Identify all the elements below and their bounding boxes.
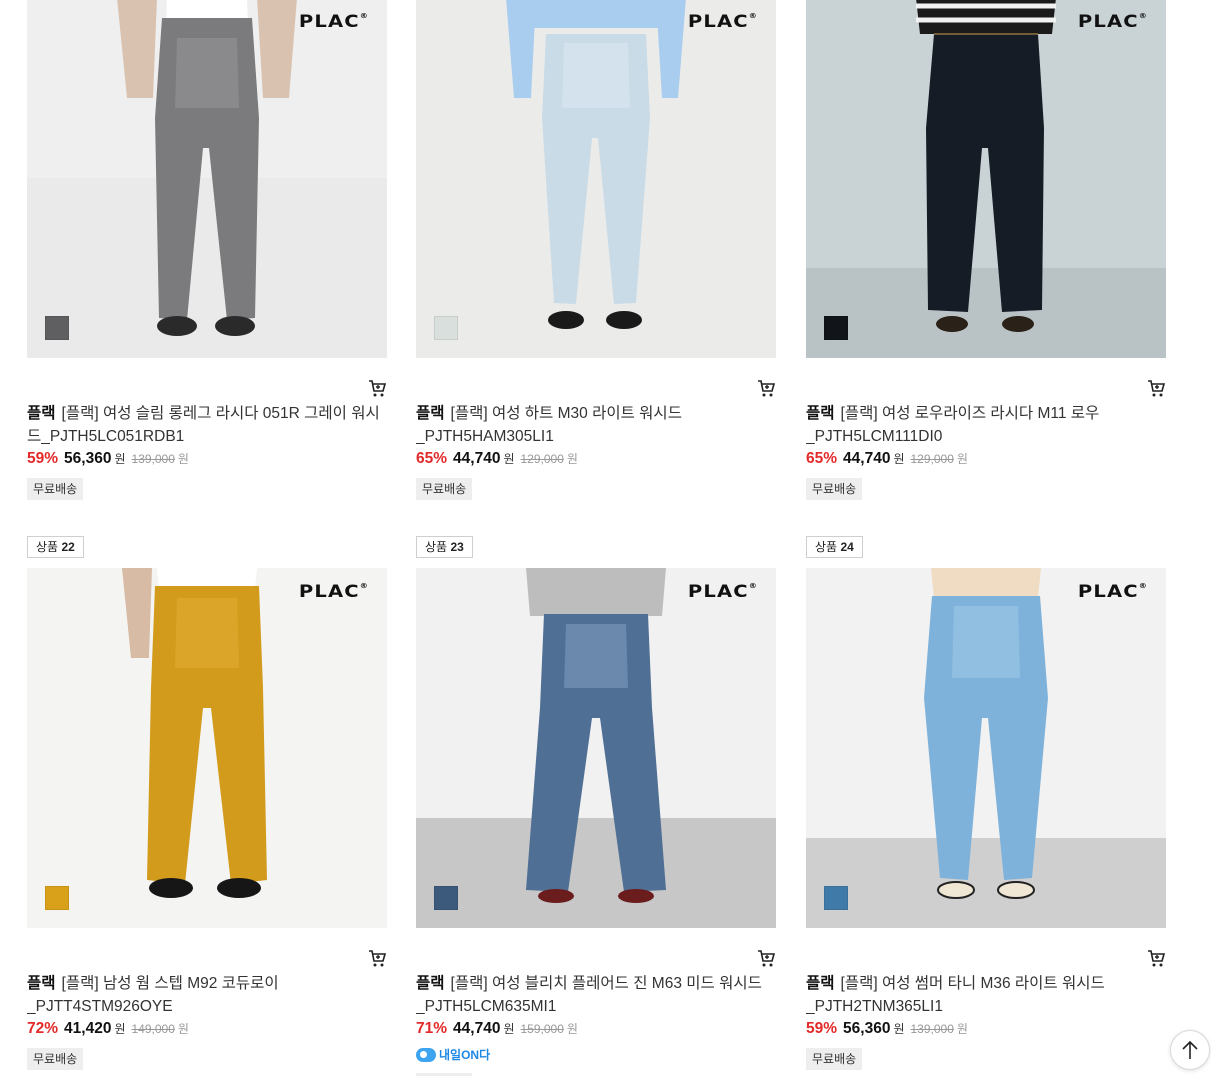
price-row: 59% 56,360 원 139,000 원 bbox=[806, 1020, 968, 1037]
brand-logo: PLAC® bbox=[298, 582, 369, 602]
product-photo bbox=[27, 0, 387, 358]
brand-name: 플랙 bbox=[806, 975, 835, 992]
product-card[interactable]: PLAC® 플랙 [플랙] 여성 하트 M30 라이트 워시드_PJTH5HAM3… bbox=[416, 0, 776, 500]
product-card[interactable]: 상품 22 PLAC® 플랙 [플랙] 남성 웜 스텝 M92 코듀로이_PJTT… bbox=[27, 536, 387, 1070]
product-title[interactable]: 플랙 [플랙] 여성 하트 M30 라이트 워시드_PJTH5HAM305LI1 bbox=[416, 402, 776, 448]
brand-logo: PLAC® bbox=[1077, 12, 1148, 32]
product-image[interactable]: PLAC® bbox=[416, 0, 776, 358]
sale-price: 44,740 bbox=[453, 450, 501, 467]
price-row: 65% 44,740 원 129,000 원 bbox=[416, 450, 578, 467]
sale-price: 56,360 bbox=[843, 1020, 891, 1037]
original-price: 129,000 bbox=[910, 452, 954, 466]
cart-icon[interactable] bbox=[1146, 378, 1166, 398]
price-row: 59% 56,360 원 139,000 원 bbox=[27, 450, 189, 467]
color-swatch[interactable] bbox=[45, 316, 69, 340]
brand-logo: PLAC® bbox=[298, 12, 369, 32]
product-title[interactable]: 플랙 [플랙] 여성 블리치 플레어드 진 M63 미드 워시드_PJTH5LCM… bbox=[416, 972, 776, 1018]
product-photo bbox=[416, 568, 776, 928]
free-shipping-badge: 무료배송 bbox=[806, 478, 863, 500]
rank-badge: 상품 23 bbox=[416, 536, 473, 558]
free-shipping-badge: 무료배송 bbox=[416, 478, 473, 500]
brand-name: 플랙 bbox=[27, 405, 56, 422]
brand-name: 플랙 bbox=[416, 405, 445, 422]
discount-rate: 71% bbox=[416, 1020, 448, 1037]
original-price: 139,000 bbox=[131, 452, 175, 466]
tag-placeholder bbox=[416, 1072, 472, 1076]
brand-name: 플랙 bbox=[806, 405, 835, 422]
color-swatch[interactable] bbox=[824, 316, 848, 340]
product-image[interactable]: PLAC® bbox=[27, 568, 387, 928]
price-row: 65% 44,740 원 129,000 원 bbox=[806, 450, 968, 467]
free-shipping-badge: 무료배송 bbox=[806, 1048, 863, 1070]
discount-rate: 65% bbox=[806, 450, 838, 467]
color-swatch[interactable] bbox=[434, 316, 458, 340]
next-day-delivery-badge: 내일ON다 bbox=[416, 1046, 490, 1063]
brand-logo: PLAC® bbox=[1077, 582, 1148, 602]
product-image[interactable]: PLAC® bbox=[416, 568, 776, 928]
original-price: 149,000 bbox=[131, 1022, 175, 1036]
product-image[interactable]: PLAC® bbox=[806, 0, 1166, 358]
product-title[interactable]: 플랙 [플랙] 여성 로우라이즈 라시다 M11 로우_PJTH5LCM111DI… bbox=[806, 402, 1166, 448]
rank-badge: 상품 24 bbox=[806, 536, 863, 558]
rank-badge: 상품 22 bbox=[27, 536, 84, 558]
product-image[interactable]: PLAC® bbox=[27, 0, 387, 358]
discount-rate: 59% bbox=[27, 450, 59, 467]
color-swatch[interactable] bbox=[434, 886, 458, 910]
product-title[interactable]: 플랙 [플랙] 남성 웜 스텝 M92 코듀로이_PJTT4STM926OYE bbox=[27, 972, 387, 1018]
free-shipping-badge: 무료배송 bbox=[27, 478, 84, 500]
sale-price: 44,740 bbox=[453, 1020, 501, 1037]
cart-icon[interactable] bbox=[1146, 948, 1166, 968]
brand-logo: PLAC® bbox=[687, 582, 758, 602]
product-photo bbox=[806, 0, 1166, 358]
color-swatch[interactable] bbox=[824, 886, 848, 910]
free-shipping-badge: 무료배송 bbox=[27, 1048, 84, 1070]
color-swatch[interactable] bbox=[45, 886, 69, 910]
cart-icon[interactable] bbox=[756, 378, 776, 398]
product-card[interactable]: PLAC® 플랙 [플랙] 여성 로우라이즈 라시다 M11 로우_PJTH5LC… bbox=[806, 0, 1166, 500]
original-price: 139,000 bbox=[910, 1022, 954, 1036]
price-row: 72% 41,420 원 149,000 원 bbox=[27, 1020, 189, 1037]
product-card[interactable]: 상품 24 PLAC® 플랙 [플랙] 여성 썸머 타니 M36 라이트 워시드_… bbox=[806, 536, 1166, 1070]
brand-logo: PLAC® bbox=[687, 12, 758, 32]
product-photo bbox=[416, 0, 776, 358]
sale-price: 56,360 bbox=[64, 450, 112, 467]
arrow-up-icon bbox=[1182, 1040, 1198, 1059]
price-row: 71% 44,740 원 159,000 원 bbox=[416, 1020, 578, 1037]
product-photo bbox=[806, 568, 1166, 928]
product-title[interactable]: 플랙 [플랙] 여성 슬림 롱레그 라시다 051R 그레이 워시드_PJTH5L… bbox=[27, 402, 387, 448]
product-title[interactable]: 플랙 [플랙] 여성 썸머 타니 M36 라이트 워시드_PJTH2TNM365L… bbox=[806, 972, 1166, 1018]
product-image[interactable]: PLAC® bbox=[806, 568, 1166, 928]
sale-price: 44,740 bbox=[843, 450, 891, 467]
discount-rate: 59% bbox=[806, 1020, 838, 1037]
product-photo bbox=[27, 568, 387, 928]
brand-name: 플랙 bbox=[27, 975, 56, 992]
scroll-to-top-button[interactable] bbox=[1170, 1030, 1210, 1070]
delivery-icon bbox=[416, 1047, 436, 1062]
original-price: 129,000 bbox=[520, 452, 564, 466]
discount-rate: 72% bbox=[27, 1020, 59, 1037]
product-card[interactable]: 상품 23 PLAC® 플랙 [플랙] 여성 블리치 플레어드 진 M63 미드 … bbox=[416, 536, 776, 1076]
cart-icon[interactable] bbox=[367, 378, 387, 398]
brand-name: 플랙 bbox=[416, 975, 445, 992]
original-price: 159,000 bbox=[520, 1022, 564, 1036]
product-card[interactable]: PLAC® 플랙 [플랙] 여성 슬림 롱레그 라시다 051R 그레이 워시드_… bbox=[27, 0, 387, 500]
discount-rate: 65% bbox=[416, 450, 448, 467]
sale-price: 41,420 bbox=[64, 1020, 112, 1037]
cart-icon[interactable] bbox=[756, 948, 776, 968]
cart-icon[interactable] bbox=[367, 948, 387, 968]
